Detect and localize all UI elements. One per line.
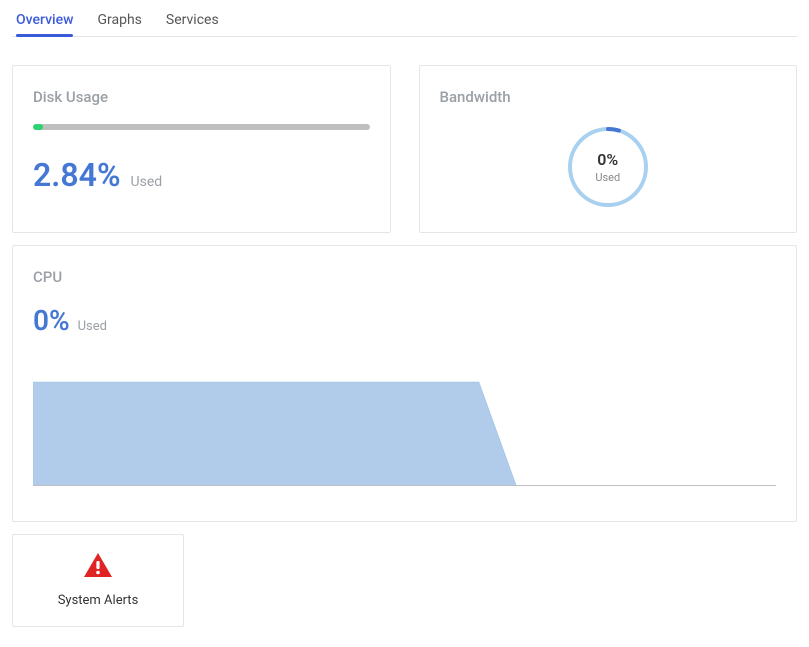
cpu-used-label: Used (78, 319, 107, 334)
tabs: Overview Graphs Services (12, 0, 797, 37)
bandwidth-donut: 0% Used (565, 124, 651, 210)
system-alerts-label: System Alerts (58, 593, 139, 608)
disk-progress-bar (33, 124, 370, 130)
cpu-title: CPU (33, 268, 776, 286)
bandwidth-card: Bandwidth 0% Used (419, 65, 798, 233)
cpu-percent-value: 0% (33, 304, 70, 337)
disk-progress-fill (33, 124, 43, 130)
bandwidth-title: Bandwidth (440, 88, 777, 106)
bandwidth-percent-value: 0% (597, 150, 618, 169)
disk-percent-value: 2.84% (33, 156, 121, 194)
disk-usage-card: Disk Usage 2.84% Used (12, 65, 391, 233)
cpu-card: CPU 0% Used (12, 245, 797, 522)
cpu-area-chart (33, 373, 776, 487)
tab-overview[interactable]: Overview (16, 8, 73, 36)
alert-icon (82, 551, 114, 583)
system-alerts-card[interactable]: System Alerts (12, 534, 184, 627)
tab-graphs[interactable]: Graphs (97, 8, 141, 36)
disk-used-label: Used (131, 174, 163, 190)
bandwidth-used-label: Used (595, 171, 620, 184)
tab-services[interactable]: Services (166, 8, 219, 36)
disk-usage-title: Disk Usage (33, 88, 370, 106)
